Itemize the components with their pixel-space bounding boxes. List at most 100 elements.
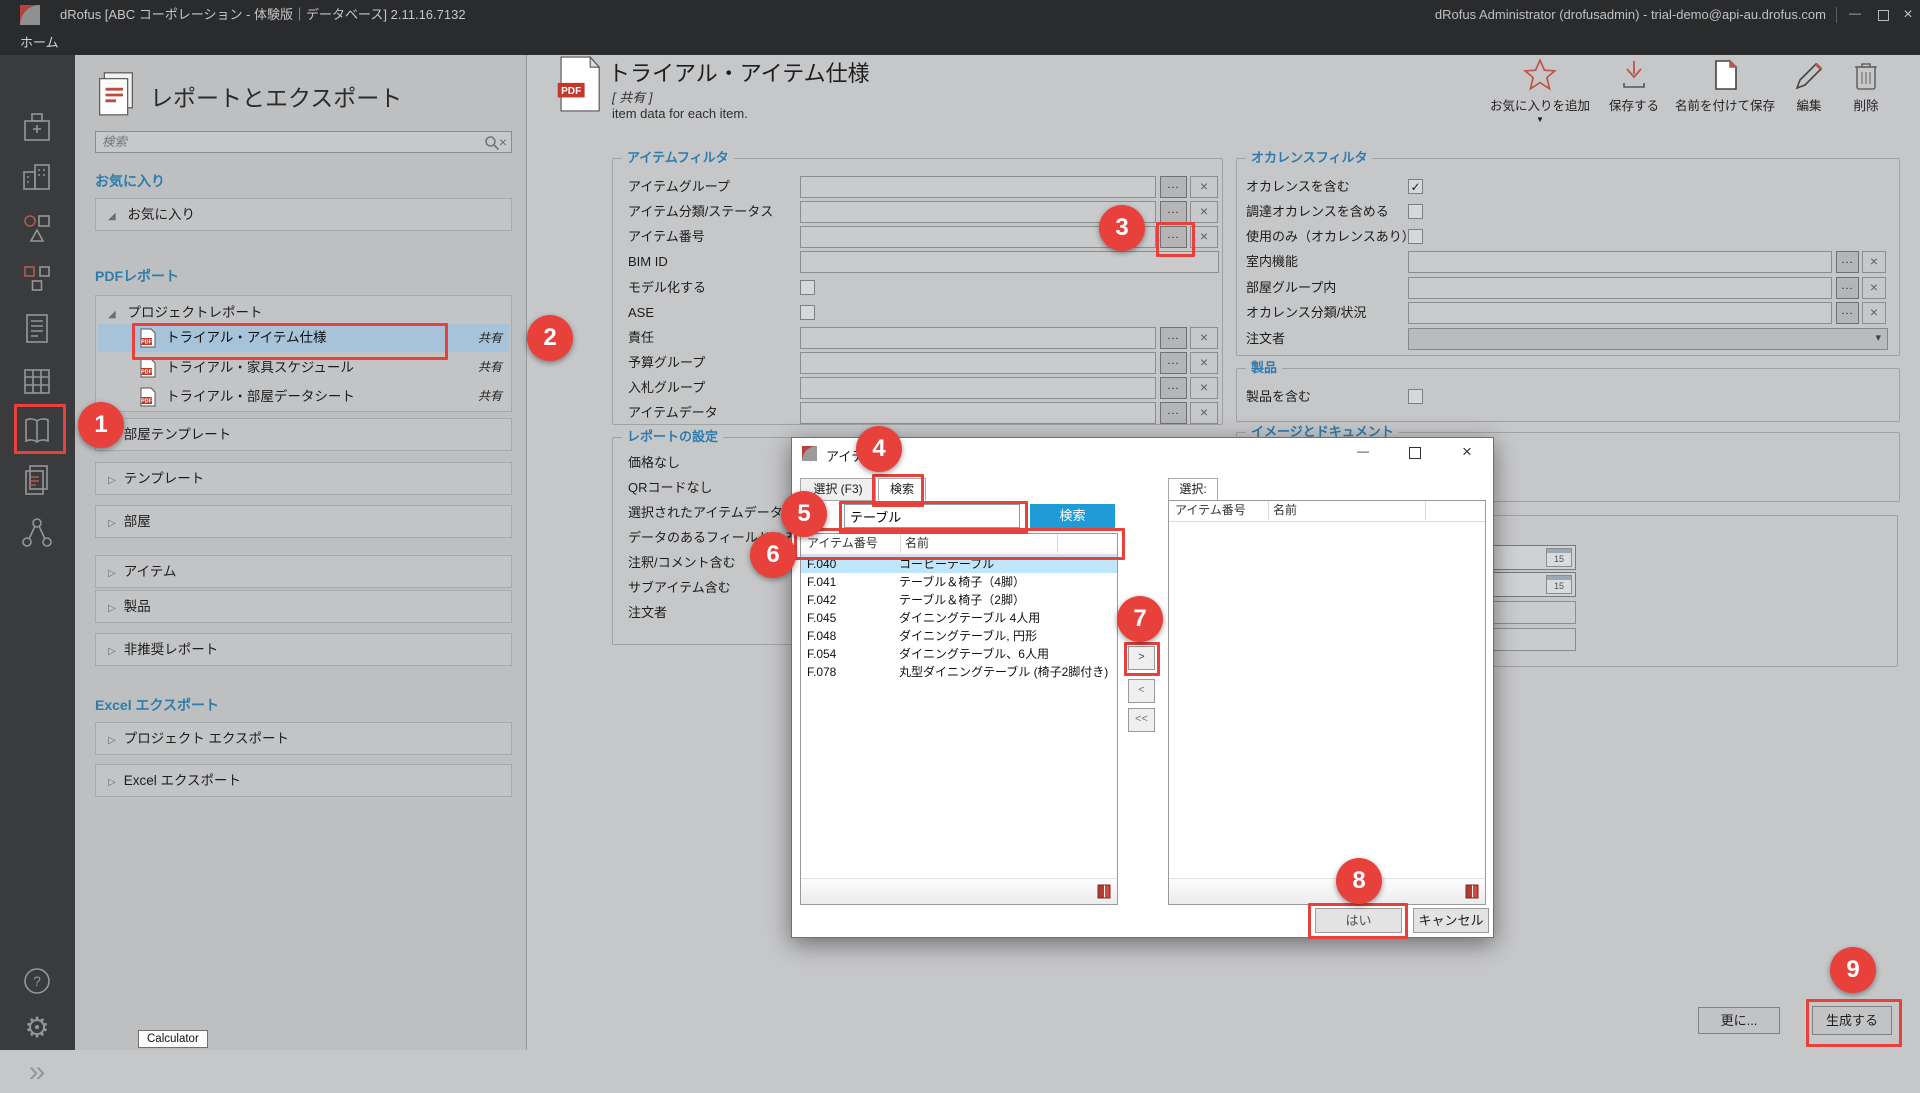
group-excel-export[interactable]: ▷Excel エクスポート — [95, 764, 512, 797]
setting-label: 価格なし — [628, 452, 680, 474]
budget-group-field[interactable] — [800, 352, 1156, 374]
report-item-label: トライアル・部屋データシート — [166, 383, 355, 410]
item-group-browse-button[interactable]: ... — [1160, 176, 1187, 198]
modelled-checkbox[interactable] — [800, 280, 815, 295]
transfer-remove-button[interactable]: < — [1128, 679, 1155, 703]
room-function-clear-button[interactable]: × — [1862, 251, 1886, 273]
result-row[interactable]: F.042テーブル＆椅子（2脚） — [801, 591, 1117, 609]
field-label: アイテム分類/ステータス — [628, 201, 773, 223]
tender-group-browse-button[interactable]: ... — [1160, 377, 1187, 399]
include-products-checkbox[interactable] — [1408, 389, 1423, 404]
more-button[interactable]: 更に... — [1698, 1007, 1780, 1034]
calendar-day: 15 — [1547, 580, 1571, 593]
help-icon[interactable]: ? — [18, 962, 56, 1000]
dialog-close-button[interactable]: × — [1444, 438, 1490, 468]
calendar-icon[interactable]: 15 — [1546, 548, 1572, 567]
room-function-browse-button[interactable]: ... — [1836, 251, 1859, 273]
cubes-icon[interactable] — [18, 260, 56, 298]
favorites-group[interactable]: ◢ お気に入り — [95, 198, 512, 231]
group-project-export[interactable]: ▷プロジェクト エクスポート — [95, 722, 512, 755]
add-favorite-button[interactable]: お気に入りを追加 ▼ — [1483, 58, 1597, 122]
room-group-field[interactable] — [1408, 277, 1832, 299]
budget-group-browse-button[interactable]: ... — [1160, 352, 1187, 374]
edit-button[interactable]: 編集 — [1781, 58, 1837, 122]
cancel-button[interactable]: キャンセル — [1413, 908, 1489, 933]
network-icon[interactable] — [18, 514, 56, 552]
search-clear-icon[interactable]: × — [494, 132, 512, 154]
col-item-number[interactable]: アイテム番号 — [1175, 501, 1246, 520]
catalog-book-icon[interactable] — [1465, 884, 1479, 899]
project-reports-header[interactable]: ◢ プロジェクトレポート — [96, 296, 511, 321]
occ-label: 使用のみ（オカレンスあり） — [1246, 226, 1415, 248]
group-items[interactable]: ▷ アイテム — [95, 555, 512, 588]
menu-home[interactable]: ホーム — [20, 30, 59, 55]
catalog-book-icon[interactable] — [1097, 884, 1111, 899]
include-procurement-checkbox[interactable] — [1408, 204, 1423, 219]
facility-icon[interactable] — [18, 362, 56, 400]
buildings-icon[interactable] — [18, 158, 56, 196]
panel-search-input[interactable] — [100, 133, 470, 151]
orderer-dropdown[interactable]: ▾ — [1408, 328, 1888, 350]
settings-icon[interactable]: ⚙ — [18, 1009, 56, 1047]
form-icon[interactable] — [18, 310, 56, 348]
item-class-browse-button[interactable]: ... — [1160, 201, 1187, 223]
budget-group-clear-button[interactable]: × — [1190, 352, 1218, 374]
result-row[interactable]: F.048ダイニングテーブル, 円形 — [801, 627, 1117, 645]
result-row[interactable]: F.045ダイニングテーブル 4人用 — [801, 609, 1117, 627]
report-item[interactable]: PDF トライアル・部屋データシート 共有 — [98, 383, 510, 410]
tender-group-field[interactable] — [800, 377, 1156, 399]
room-group-browse-button[interactable]: ... — [1836, 277, 1859, 299]
maximize-button[interactable] — [1870, 0, 1896, 30]
col-name[interactable]: 名前 — [1273, 501, 1297, 520]
occurrence-class-field[interactable] — [1408, 302, 1832, 324]
group-label: アイテム — [124, 564, 177, 579]
minimize-button[interactable]: — — [1842, 0, 1868, 30]
delete-button[interactable]: 削除 — [1838, 58, 1894, 122]
collapsed-arrow-icon: ▷ — [108, 735, 116, 746]
item-data-field[interactable] — [800, 402, 1156, 424]
room-function-field[interactable] — [1408, 251, 1832, 273]
occurrence-class-browse-button[interactable]: ... — [1836, 302, 1859, 324]
close-button[interactable]: × — [1896, 0, 1920, 30]
reports-icon[interactable] — [18, 462, 56, 500]
item-class-clear-button[interactable]: × — [1190, 201, 1218, 223]
item-data-clear-button[interactable]: × — [1190, 402, 1218, 424]
annotation-circle-4: 4 — [856, 426, 902, 472]
group-products[interactable]: ▷製品 — [95, 590, 512, 623]
group-room-templates[interactable]: ▷部屋テンプレート — [95, 418, 512, 451]
item-group-field[interactable] — [800, 176, 1156, 198]
ase-checkbox[interactable] — [800, 305, 815, 320]
cell-name: テーブル＆椅子（4脚） — [899, 575, 1025, 589]
dialog-minimize-button[interactable]: — — [1340, 438, 1386, 468]
responsibility-browse-button[interactable]: ... — [1160, 327, 1187, 349]
result-row[interactable]: F.078丸型ダイニングテーブル (椅子2脚付き) — [801, 663, 1117, 681]
dialog-search-button[interactable]: 検索 — [1030, 504, 1115, 528]
dropdown-caret-icon: ▼ — [1483, 115, 1597, 124]
room-group-clear-button[interactable]: × — [1862, 277, 1886, 299]
collapsed-arrow-icon: ▷ — [108, 568, 116, 579]
dialog-maximize-button[interactable] — [1392, 438, 1438, 468]
responsibility-field[interactable] — [800, 327, 1156, 349]
group-rooms[interactable]: ▷部屋 — [95, 505, 512, 538]
result-row[interactable]: F.041テーブル＆椅子（4脚） — [801, 573, 1117, 591]
item-group-clear-button[interactable]: × — [1190, 176, 1218, 198]
field-label: モデル化する — [628, 277, 706, 299]
transfer-remove-all-button[interactable]: << — [1128, 708, 1155, 732]
result-row[interactable]: F.054ダイニングテーブル、6人用 — [801, 645, 1117, 663]
cell-number: F.054 — [801, 645, 899, 663]
pdf-file-icon: PDF — [140, 387, 156, 407]
in-use-only-checkbox[interactable] — [1408, 229, 1423, 244]
item-data-browse-button[interactable]: ... — [1160, 402, 1187, 424]
responsibility-clear-button[interactable]: × — [1190, 327, 1218, 349]
hospital-icon[interactable] — [18, 109, 56, 147]
occurrence-class-clear-button[interactable]: × — [1862, 302, 1886, 324]
tender-group-clear-button[interactable]: × — [1190, 377, 1218, 399]
group-templates[interactable]: ▷テンプレート — [95, 462, 512, 495]
calendar-icon[interactable]: 15 — [1546, 575, 1572, 594]
save-as-button[interactable]: 名前を付けて保存 — [1662, 58, 1788, 122]
group-deprecated[interactable]: ▷非推奨レポート — [95, 633, 512, 666]
shapes-icon[interactable] — [18, 210, 56, 248]
tab-selected[interactable]: 選択: — [1168, 478, 1218, 501]
include-occurrences-checkbox[interactable]: ✓ — [1408, 179, 1423, 194]
expand-icon[interactable]: » — [18, 1055, 56, 1093]
